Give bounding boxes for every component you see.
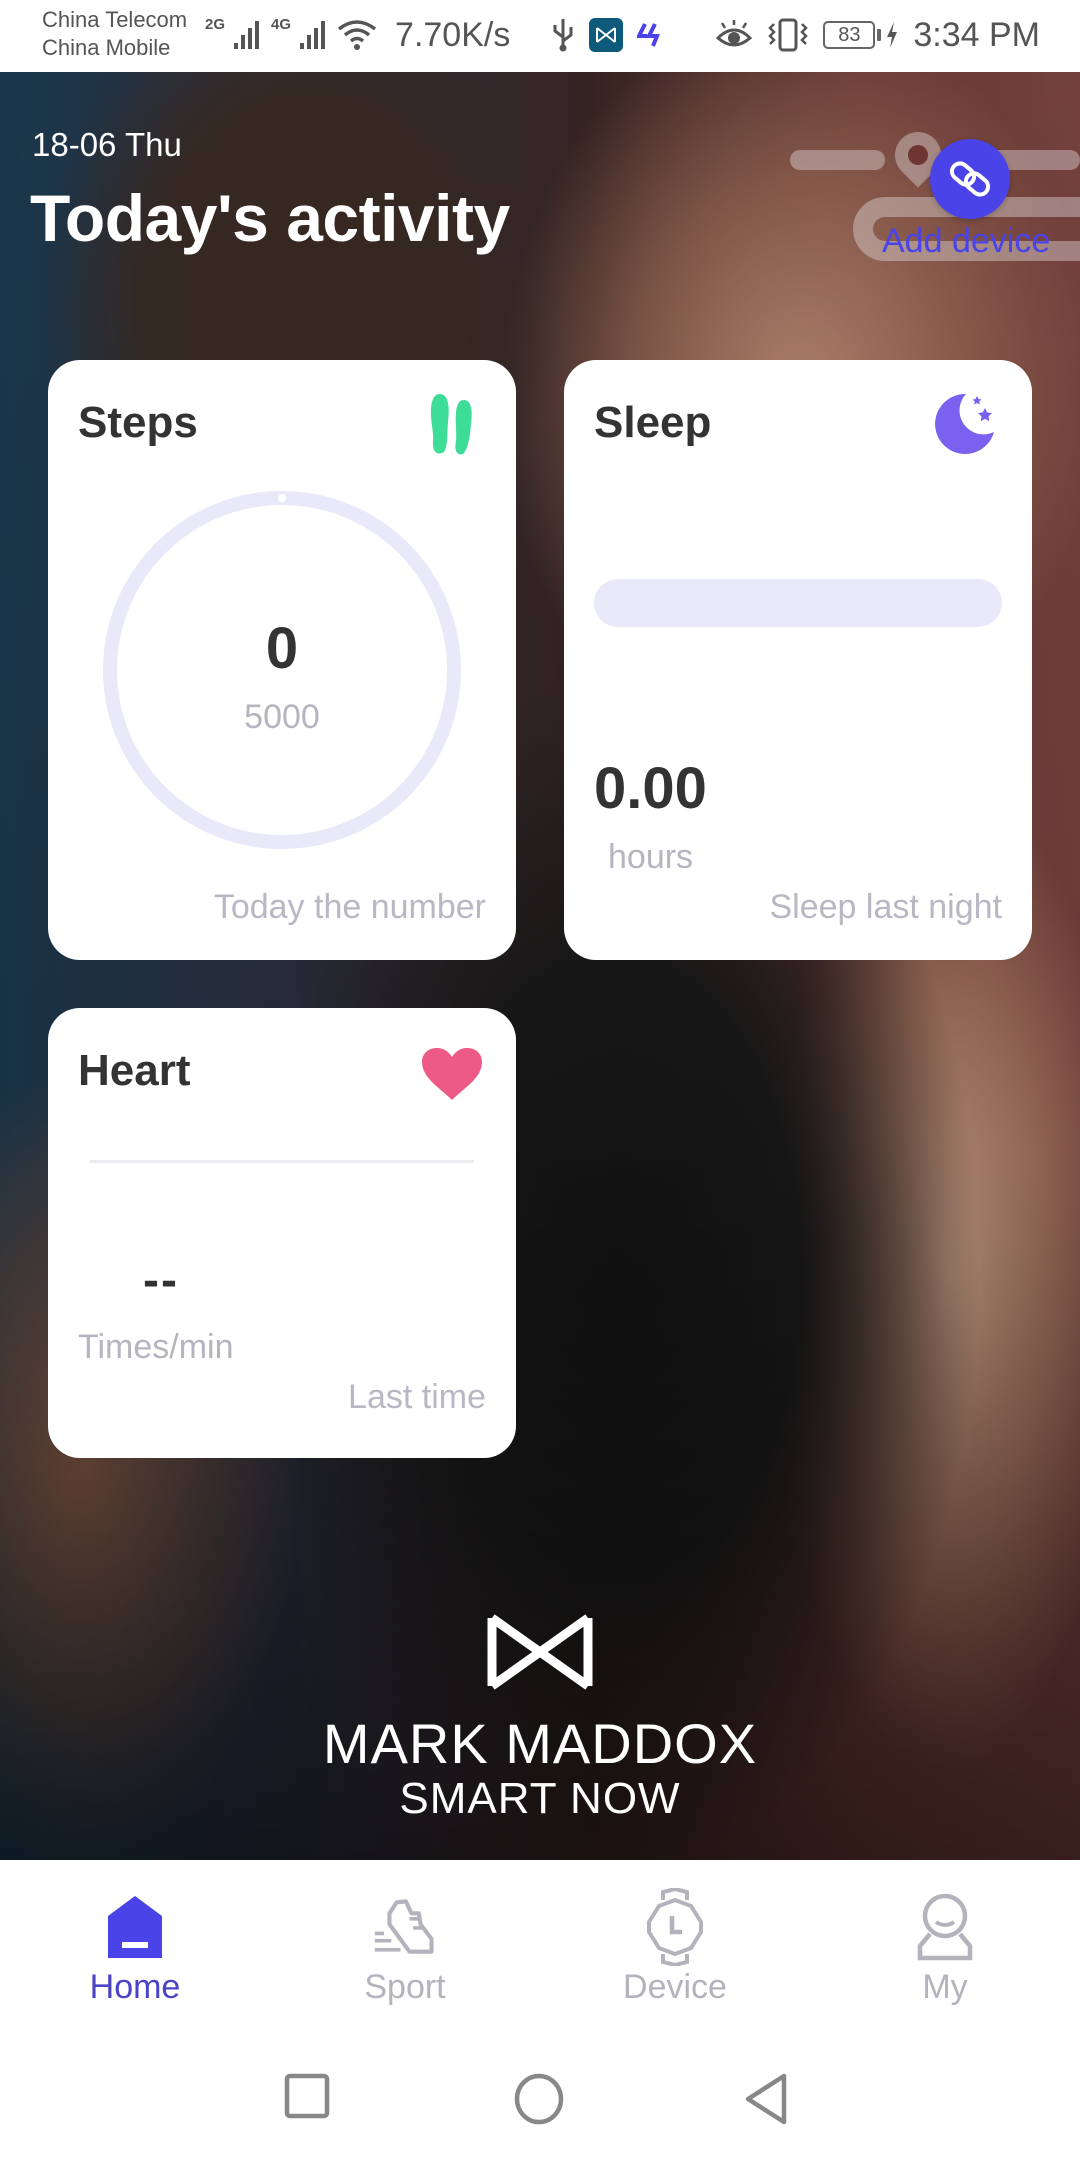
carrier-info: China Telecom China Mobile <box>42 6 187 62</box>
status-bar: China Telecom China Mobile 2G 4G 7.70K/s… <box>0 0 1080 72</box>
home-system-button[interactable] <box>512 2072 566 2126</box>
nav-item-sport[interactable]: Sport <box>270 1860 540 2030</box>
user-icon <box>917 1893 973 1961</box>
signal-icon <box>234 21 260 49</box>
footprints-icon <box>430 394 472 455</box>
steps-footer: Today the number <box>213 888 486 926</box>
hero-photo <box>0 72 1080 1860</box>
wifi-icon <box>337 20 377 50</box>
heart-card[interactable]: Heart -- Times/min Last time <box>48 1008 516 1458</box>
signal-icon <box>300 21 326 49</box>
nav-item-my[interactable]: My <box>810 1860 1080 2030</box>
usb-icon <box>553 19 573 52</box>
steps-goal: 5000 <box>244 698 320 736</box>
add-device-button[interactable]: Add device <box>770 112 1080 262</box>
back-button[interactable] <box>742 2072 790 2126</box>
nav-label-device: Device <box>623 1968 727 2006</box>
watch-icon <box>647 1888 703 1966</box>
eye-comfort-icon <box>716 20 753 47</box>
heart-chart-baseline <box>90 1160 474 1163</box>
nav-label-sport: Sport <box>364 1968 446 2006</box>
sneaker-icon <box>374 1899 434 1954</box>
clock: 3:34 PM <box>913 15 1040 54</box>
nav-label-home: Home <box>89 1968 181 2006</box>
charging-icon <box>887 22 898 48</box>
sleep-card[interactable]: Sleep 0.00 hours Sleep last night <box>564 360 1032 960</box>
steps-value: 0 <box>265 616 299 681</box>
nav-label-my: My <box>922 1968 968 2006</box>
sleep-footer: Sleep last night <box>769 888 1003 926</box>
status-right: 83 3:34 PM <box>551 10 1040 60</box>
sleep-progress-bar <box>594 579 1002 627</box>
steps-title: Steps <box>78 398 198 447</box>
vibrate-icon <box>768 18 809 52</box>
link-icon <box>949 161 991 197</box>
network-icons: 2G 4G 7.70K/s <box>205 10 510 60</box>
brand-logo-icon <box>487 1614 593 1690</box>
add-device-label[interactable]: Add device <box>882 222 1050 261</box>
hero-banner: 18-06 Thu Today's activity Add device St… <box>0 72 1080 1860</box>
steps-ring-marker <box>278 494 286 502</box>
sleep-value: 0.00 <box>594 756 707 821</box>
network-type-1: 2G <box>205 16 226 33</box>
brand-block: MARK MADDOX SMART NOW <box>0 1612 1080 1824</box>
current-date: 18-06 Thu <box>32 126 182 163</box>
battery-level: 83 <box>823 21 876 49</box>
nav-item-home[interactable]: Home <box>0 1860 270 2030</box>
decorative-road <box>790 150 885 170</box>
page-title: Today's activity <box>30 181 510 255</box>
home-icon <box>108 1896 162 1958</box>
steps-card[interactable]: Steps 0 5000 Today the number <box>48 360 516 960</box>
bottom-nav: Home Sport Device My <box>0 1860 1080 2030</box>
carrier-1: China Telecom <box>42 7 188 32</box>
sleep-unit: hours <box>608 838 694 876</box>
heart-rate-unit: Times/min <box>78 1328 234 1366</box>
heart-footer: Last time <box>348 1378 486 1416</box>
moon-stars-icon <box>935 393 994 454</box>
app-notification-icon <box>637 23 661 47</box>
system-nav-bar <box>0 2030 1080 2160</box>
network-speed: 7.70K/s <box>395 15 511 54</box>
nav-item-device[interactable]: Device <box>540 1860 810 2030</box>
carrier-2: China Mobile <box>42 35 171 60</box>
sleep-title: Sleep <box>594 398 712 447</box>
recent-apps-button[interactable] <box>284 2072 330 2120</box>
battery-indicator: 83 <box>823 21 899 49</box>
heart-rate-value: -- <box>143 1254 179 1307</box>
brand-tagline: SMART NOW <box>399 1774 681 1823</box>
heart-title: Heart <box>78 1046 191 1095</box>
network-type-2: 4G <box>271 16 292 33</box>
brand-name: MARK MADDOX <box>322 1712 758 1775</box>
link-button[interactable] <box>930 139 1010 219</box>
heart-icon <box>422 1048 482 1100</box>
smart-now-app-icon <box>589 18 624 52</box>
